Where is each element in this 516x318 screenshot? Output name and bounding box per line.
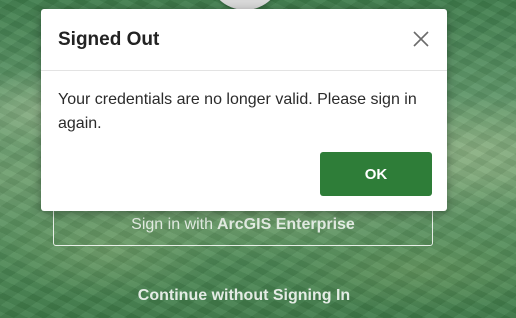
signed-out-dialog: Signed Out Your credentials are no longe… xyxy=(41,9,447,211)
enterprise-button-brand: ArcGIS Enterprise xyxy=(217,216,355,233)
close-button[interactable] xyxy=(409,27,433,51)
dialog-message: Your credentials are no longer valid. Pl… xyxy=(58,91,417,132)
ok-button[interactable]: OK xyxy=(320,152,432,196)
enterprise-button-prefix: Sign in with xyxy=(131,216,213,233)
continue-without-signing-in-link[interactable]: Continue without Signing In xyxy=(53,287,435,305)
close-icon xyxy=(413,31,429,47)
dialog-header: Signed Out xyxy=(41,9,447,71)
sign-in-screen: Sign in with ArcGIS Enterprise Continue … xyxy=(0,0,516,318)
dialog-title: Signed Out xyxy=(58,29,160,50)
